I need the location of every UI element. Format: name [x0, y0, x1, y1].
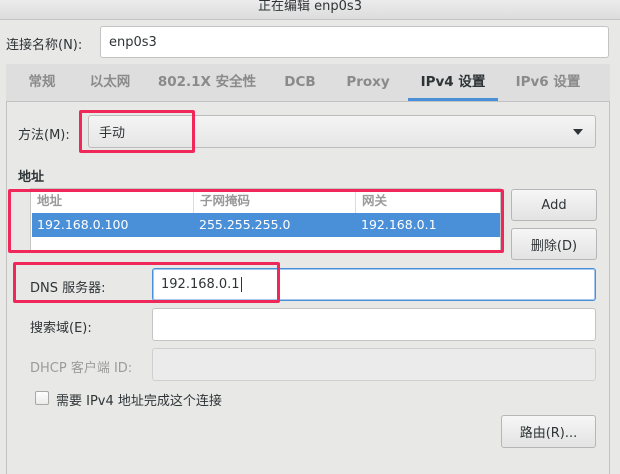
- window-title: 正在编辑 enp0s3: [258, 0, 362, 14]
- tab-bar: 常规 以太网 802.1X 安全性 DCB Proxy IPv4 设置 IPv6…: [6, 64, 610, 102]
- addresses-section-title: 地址: [18, 170, 45, 185]
- search-domains-label: 搜索域(E):: [30, 321, 92, 336]
- tab-ipv4-settings[interactable]: IPv4 设置: [408, 64, 498, 101]
- dhcp-client-id-input: [152, 348, 596, 381]
- window-titlebar: 正在编辑 enp0s3: [0, 0, 620, 20]
- tab-ethernet[interactable]: 以太网: [78, 64, 142, 101]
- tab-ipv6-settings[interactable]: IPv6 设置: [498, 64, 598, 101]
- tab-8021x-security[interactable]: 802.1X 安全性: [142, 64, 272, 101]
- method-label: 方法(M):: [18, 128, 70, 143]
- search-domains-input[interactable]: [152, 308, 596, 341]
- tab-proxy[interactable]: Proxy: [328, 64, 408, 101]
- connection-name-input[interactable]: enp0s3: [100, 26, 609, 58]
- delete-address-button[interactable]: 删除(D): [511, 228, 597, 260]
- method-highlight-box: [79, 110, 195, 153]
- chevron-down-icon: [573, 129, 583, 135]
- dhcp-client-id-label: DHCP 客户端 ID:: [30, 361, 133, 376]
- dns-highlight-box: [13, 262, 280, 303]
- routes-button[interactable]: 路由(R)...: [501, 415, 596, 448]
- addresses-highlight-box: [8, 189, 504, 253]
- add-address-button[interactable]: Add: [511, 189, 597, 221]
- connection-name-label: 连接名称(N):: [6, 38, 83, 53]
- tab-dcb[interactable]: DCB: [272, 64, 328, 101]
- connection-name-value: enp0s3: [109, 34, 157, 50]
- require-ipv4-label[interactable]: 需要 IPv4 地址完成这个连接: [56, 390, 222, 409]
- tab-general[interactable]: 常规: [6, 64, 78, 101]
- require-ipv4-checkbox[interactable]: [35, 391, 49, 405]
